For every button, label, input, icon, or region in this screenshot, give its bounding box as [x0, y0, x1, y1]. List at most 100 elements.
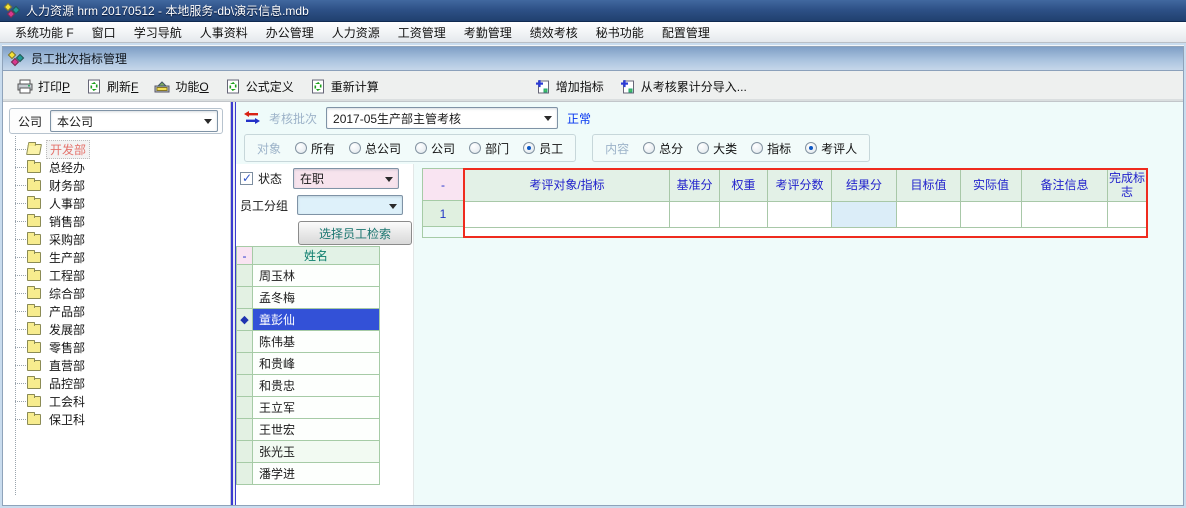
- menu-config-mgmt[interactable]: 配置管理: [653, 22, 719, 43]
- tree-item-dept[interactable]: 零售部: [13, 338, 228, 356]
- name-column-header: 姓名: [253, 247, 380, 265]
- radio-content-total[interactable]: 总分: [643, 140, 683, 157]
- tree-item-dept[interactable]: 人事部: [13, 194, 228, 212]
- indicator-table-row-1[interactable]: [465, 202, 1146, 228]
- employee-row[interactable]: 周玉林: [237, 265, 380, 287]
- cell-target[interactable]: [465, 202, 670, 228]
- menu-system[interactable]: 系统功能 F: [6, 22, 83, 43]
- tree-item-dept[interactable]: 开发部: [13, 140, 228, 158]
- row-indicator: [237, 441, 253, 463]
- tree-item-dept[interactable]: 工程部: [13, 266, 228, 284]
- radio-content-category[interactable]: 大类: [697, 140, 737, 157]
- cell-assess-score[interactable]: [768, 202, 832, 228]
- indicator-table-indcol: - 1: [422, 168, 463, 238]
- tree-item-dept[interactable]: 生产部: [13, 248, 228, 266]
- cell-target-value[interactable]: [897, 202, 961, 228]
- col-header-target-value: 目标值: [897, 170, 961, 202]
- employee-row[interactable]: 和贵忠: [237, 375, 380, 397]
- row-indicator: [237, 287, 253, 309]
- cell-weight[interactable]: [720, 202, 768, 228]
- radio-content-assessor[interactable]: 考评人: [805, 140, 857, 157]
- radio-icon: [469, 142, 481, 154]
- radio-object-employee[interactable]: 员工: [523, 140, 563, 157]
- tree-item-dept[interactable]: 直营部: [13, 356, 228, 374]
- select-employee-search-button[interactable]: 选择员工检索: [298, 221, 412, 245]
- menu-learning-nav[interactable]: 学习导航: [125, 22, 191, 43]
- menu-office-mgmt[interactable]: 办公管理: [257, 22, 323, 43]
- company-select[interactable]: 本公司: [50, 110, 218, 132]
- add-indicator-button[interactable]: 增加指标: [527, 74, 612, 99]
- formula-icon: [225, 79, 241, 94]
- radio-object-headquarters[interactable]: 总公司: [349, 140, 401, 157]
- status-checkbox[interactable]: [240, 172, 253, 185]
- tree-item-dept[interactable]: 工会科: [13, 392, 228, 410]
- formula-define-button[interactable]: 公式定义: [217, 74, 302, 99]
- tree-item-dept[interactable]: 保卫科: [13, 410, 228, 428]
- radio-object-department[interactable]: 部门: [469, 140, 509, 157]
- app-window: 人力资源 hrm 20170512 - 本地服务-db\演示信息.mdb 系统功…: [0, 0, 1186, 508]
- menu-window[interactable]: 窗口: [83, 22, 125, 43]
- recalculate-button[interactable]: 重新计算: [302, 74, 387, 99]
- window-titlebar: 人力资源 hrm 20170512 - 本地服务-db\演示信息.mdb: [0, 0, 1186, 22]
- folder-icon: [27, 216, 41, 227]
- row-indicator: [237, 397, 253, 419]
- menu-attendance-mgmt[interactable]: 考勤管理: [455, 22, 521, 43]
- menu-salary-mgmt[interactable]: 工资管理: [389, 22, 455, 43]
- col-header-assess-score: 考评分数: [768, 170, 832, 202]
- cell-remarks[interactable]: [1022, 202, 1108, 228]
- cell-complete-flag[interactable]: [1108, 202, 1146, 228]
- col-header-base-score: 基准分: [670, 170, 720, 202]
- tree-item-dept[interactable]: 综合部: [13, 284, 228, 302]
- employee-row[interactable]: 王世宏: [237, 419, 380, 441]
- employee-group-select[interactable]: [297, 195, 403, 215]
- employee-row[interactable]: 王立军: [237, 397, 380, 419]
- cell-result-score[interactable]: [832, 202, 897, 228]
- employee-row[interactable]: 潘学进: [237, 463, 380, 485]
- selected-row-marker: [237, 309, 253, 331]
- tree-item-dept[interactable]: 品控部: [13, 374, 228, 392]
- employee-row[interactable]: 张光玉: [237, 441, 380, 463]
- tree-item-dept[interactable]: 采购部: [13, 230, 228, 248]
- company-row: 公司 本公司: [9, 108, 223, 134]
- menu-performance[interactable]: 绩效考核: [521, 22, 587, 43]
- status-select[interactable]: 在职: [293, 168, 399, 189]
- table-filler: [465, 228, 1146, 236]
- child-window: 员工批次指标管理 打印P 刷新F 功能O: [2, 46, 1184, 506]
- menu-personnel-data[interactable]: 人事资料: [191, 22, 257, 43]
- row-number-cell: 1: [423, 201, 463, 227]
- object-group-label: 对象: [257, 140, 281, 157]
- employee-row[interactable]: 孟冬梅: [237, 287, 380, 309]
- batch-arrows-icon: [244, 111, 260, 126]
- print-button[interactable]: 打印P: [9, 74, 78, 99]
- radio-object-company[interactable]: 公司: [415, 140, 455, 157]
- radio-icon: [697, 142, 709, 154]
- radio-content-indicator[interactable]: 指标: [751, 140, 791, 157]
- cell-actual-value[interactable]: [961, 202, 1022, 228]
- tree-item-dept[interactable]: 总经办: [13, 158, 228, 176]
- batch-label: 考核批次: [269, 110, 317, 127]
- employee-row-selected[interactable]: 童彭仙: [237, 309, 380, 331]
- batch-status-text: 正常: [567, 110, 591, 127]
- name-grid-body: 周玉林 孟冬梅 童彭仙 陈伟基 和贵峰 和贵忠 王立军 王世宏 张光玉 潘学进: [237, 265, 380, 485]
- folder-icon: [27, 288, 41, 299]
- indicator-table-redbox: 考评对象/指标 基准分 权重 考评分数 结果分 目标值 实际值 备注信息 完成标…: [463, 168, 1148, 238]
- assessment-batch-select[interactable]: 2017-05生产部主管考核: [326, 107, 558, 129]
- menu-hr[interactable]: 人力资源: [323, 22, 389, 43]
- child-window-icon: [8, 51, 25, 67]
- employee-row[interactable]: 陈伟基: [237, 331, 380, 353]
- tree-item-dept[interactable]: 销售部: [13, 212, 228, 230]
- menu-secretary[interactable]: 秘书功能: [587, 22, 653, 43]
- child-titlebar: 员工批次指标管理: [3, 47, 1183, 71]
- folder-icon: [27, 342, 41, 353]
- function-button[interactable]: 功能O: [146, 74, 216, 99]
- tree-item-dept[interactable]: 发展部: [13, 320, 228, 338]
- radio-icon: [643, 142, 655, 154]
- department-tree-panel: 公司 本公司 开发部 总经办 财务部 人事部 销售部 采购部 生产部 工程部 综…: [3, 102, 231, 505]
- tree-item-dept[interactable]: 产品部: [13, 302, 228, 320]
- radio-object-all[interactable]: 所有: [295, 140, 335, 157]
- refresh-button[interactable]: 刷新F: [78, 74, 146, 99]
- cell-base-score[interactable]: [670, 202, 720, 228]
- employee-row[interactable]: 和贵峰: [237, 353, 380, 375]
- import-from-assessment-button[interactable]: 从考核累计分导入...: [612, 74, 755, 99]
- tree-item-dept[interactable]: 财务部: [13, 176, 228, 194]
